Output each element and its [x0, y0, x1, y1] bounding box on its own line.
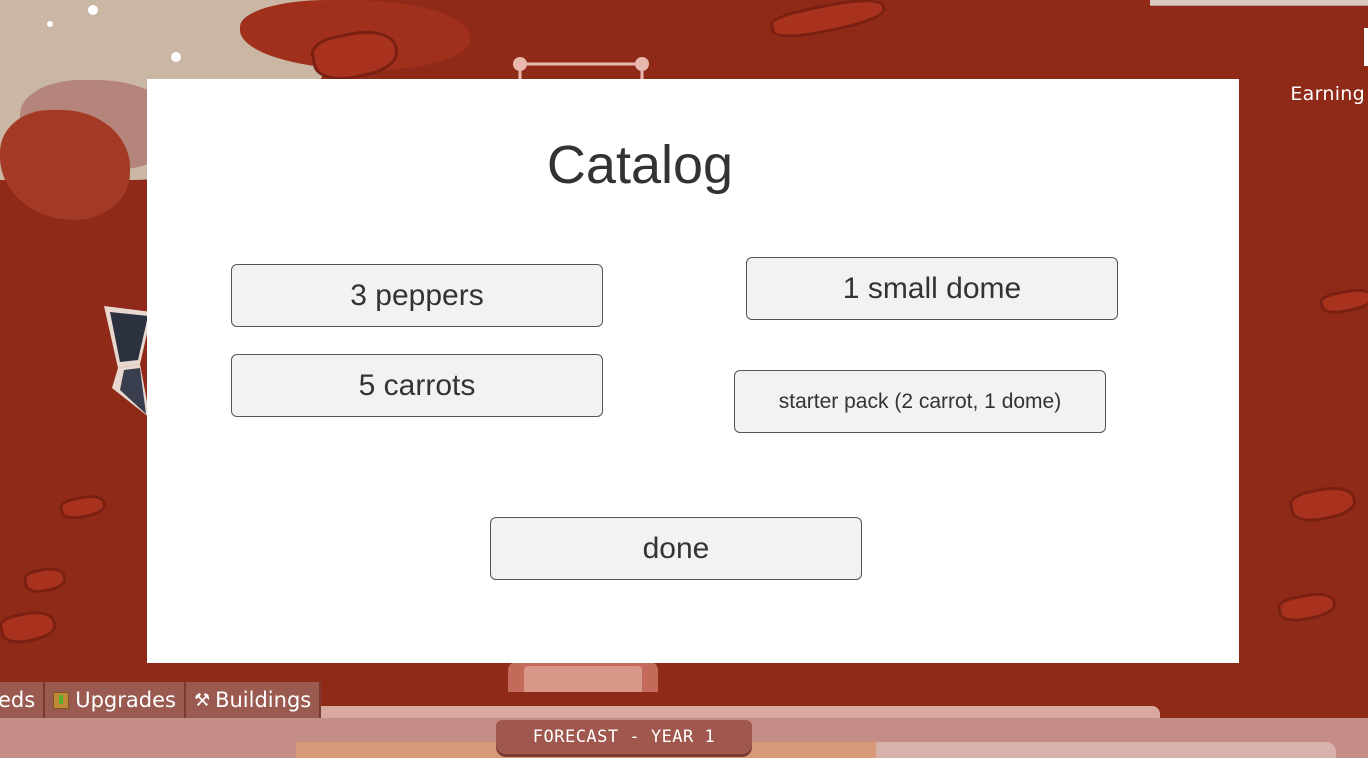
hammer-pick-icon: ⚒ [193, 689, 211, 711]
star [47, 21, 53, 27]
buy-starter-pack-button[interactable]: starter pack (2 carrot, 1 dome) [734, 370, 1106, 433]
rock [1275, 588, 1339, 626]
tab-upgrades-label: Upgrades [75, 688, 176, 712]
rock [768, 0, 888, 44]
tab-buildings[interactable]: ⚒ Buildings [185, 682, 322, 718]
tab-buildings-label: Buildings [215, 688, 312, 712]
landing-pod [508, 662, 658, 692]
star [88, 5, 98, 15]
bottom-panel-right [876, 742, 1336, 758]
crate-icon [53, 691, 70, 709]
forecast-label: FORECAST - YEAR 1 [532, 727, 716, 747]
tab-upgrades[interactable]: Upgrades [45, 682, 186, 718]
rock [0, 606, 59, 648]
tab-seeds-label: eds [0, 688, 36, 712]
buy-5-carrots-button[interactable]: 5 carrots [231, 354, 603, 417]
star [171, 52, 181, 62]
forecast-button[interactable]: FORECAST - YEAR 1 [496, 720, 752, 754]
game-screen: Earning eds Upgrades ⚒ Buildings FORECAS… [0, 0, 1368, 758]
terrain-hill [0, 110, 130, 220]
buy-3-peppers-button[interactable]: 3 peppers [231, 264, 603, 327]
buy-small-dome-button[interactable]: 1 small dome [746, 257, 1118, 320]
tab-seeds[interactable]: eds [0, 682, 46, 718]
bottom-tabs: eds Upgrades ⚒ Buildings [0, 682, 322, 718]
hud-indicator [1364, 28, 1368, 66]
rock [21, 563, 69, 597]
earning-label: Earning [1290, 83, 1365, 105]
top-right-panel-edge [1150, 0, 1368, 6]
catalog-title: Catalog [546, 135, 734, 195]
rock [1318, 284, 1368, 318]
catalog-dialog: Catalog 3 peppers 5 carrots 1 small dome… [147, 79, 1239, 663]
rock [1287, 481, 1359, 527]
rock [58, 491, 108, 523]
done-button[interactable]: done [490, 517, 862, 580]
